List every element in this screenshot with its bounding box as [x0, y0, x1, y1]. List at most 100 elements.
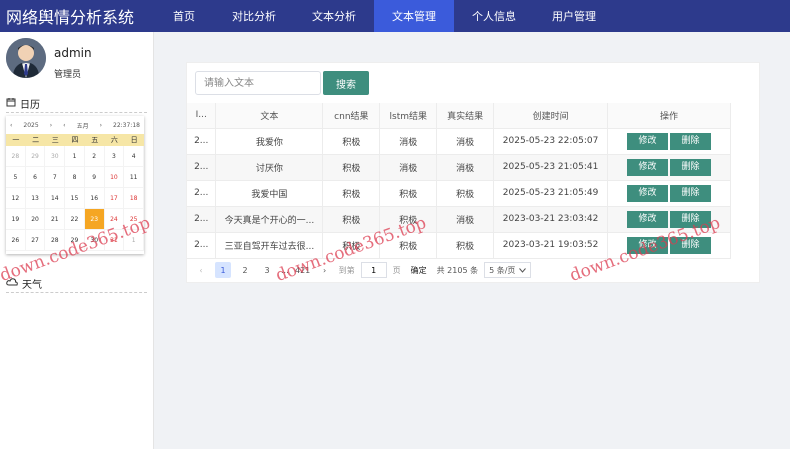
calendar-day[interactable]: 10	[104, 167, 125, 188]
delete-button[interactable]: 删除	[670, 184, 712, 202]
goto-page-input[interactable]	[360, 262, 387, 278]
text-table: I... 文本 cnn结果 lstm结果 真实结果 创建时间 操作 2... 我爱…	[187, 103, 731, 259]
calendar-day[interactable]: 21	[45, 209, 66, 230]
calendar-day[interactable]: 22	[65, 209, 85, 230]
calendar-day[interactable]: 27	[25, 230, 46, 251]
nav-compare-analysis[interactable]: 对比分析	[214, 0, 294, 32]
calendar-day[interactable]: 17	[104, 188, 125, 209]
calendar-day[interactable]: 4	[124, 146, 144, 167]
nav-text-management[interactable]: 文本管理	[374, 0, 454, 32]
cell-lstm-result: 积极	[379, 232, 438, 259]
prev-page-button[interactable]: ‹	[193, 262, 209, 278]
calendar-day[interactable]: 15	[65, 188, 85, 209]
cell-text: 今天真是个开心的一...	[215, 206, 324, 233]
calendar-day[interactable]: 8	[65, 167, 85, 188]
calendar-day[interactable]: 31	[104, 230, 125, 251]
next-page-button[interactable]: ›	[317, 262, 333, 278]
calendar-day[interactable]: 13	[25, 188, 46, 209]
cell-lstm-result: 消极	[379, 154, 438, 181]
prev-year-button[interactable]: ‹	[10, 122, 12, 129]
calendar-day[interactable]: 29	[65, 230, 85, 251]
page-2[interactable]: 2	[237, 262, 253, 278]
cell-cnn-result: 积极	[322, 128, 381, 155]
cell-actions: 修改 删除	[607, 180, 731, 207]
goto-label: 到第	[338, 265, 355, 275]
page-last[interactable]: 421	[295, 262, 311, 278]
edit-button[interactable]: 修改	[627, 132, 669, 150]
calendar-day-today[interactable]: 23	[84, 209, 105, 230]
delete-button[interactable]: 删除	[670, 158, 712, 176]
calendar-day[interactable]: 9	[84, 167, 105, 188]
column-header-cnn[interactable]: cnn结果	[322, 103, 381, 129]
calendar-day[interactable]: 24	[104, 209, 125, 230]
calendar-day[interactable]: 26	[6, 230, 26, 251]
edit-button[interactable]: 修改	[627, 236, 669, 254]
column-header-real[interactable]: 真实结果	[436, 103, 495, 129]
calendar-day[interactable]: 30	[84, 230, 105, 251]
calendar-weekday: 六	[110, 136, 118, 144]
calendar-weekday: 五	[91, 136, 99, 144]
calendar-day[interactable]: 1	[65, 146, 85, 167]
calendar-day[interactable]: 12	[6, 188, 26, 209]
calendar-weekday: 一	[12, 136, 20, 144]
calendar-weekdays: 一二三四五六日	[6, 134, 144, 146]
cell-id: 2...	[187, 206, 217, 233]
search-button[interactable]: 搜索	[323, 71, 369, 95]
page-size-select[interactable]: 5 条/页	[484, 262, 532, 278]
delete-button[interactable]: 删除	[670, 132, 712, 150]
calendar-day[interactable]: 28	[45, 230, 66, 251]
calendar-day[interactable]: 6	[25, 167, 46, 188]
calendar-day[interactable]: 7	[45, 167, 66, 188]
prev-month-button[interactable]: ‹	[63, 122, 65, 129]
page-1[interactable]: 1	[215, 262, 231, 278]
table-row: 2... 我爱你 积极 消极 消极 2025-05-23 22:05:07 修改 删除	[187, 128, 731, 155]
weather-section-title: 天气	[6, 276, 42, 291]
cell-actions: 修改 删除	[607, 154, 731, 181]
delete-button[interactable]: 删除	[670, 236, 712, 254]
calendar-day[interactable]: 30	[45, 146, 66, 167]
edit-button[interactable]: 修改	[627, 158, 669, 176]
calendar-day[interactable]: 3	[104, 146, 125, 167]
column-header-id[interactable]: I...	[187, 103, 217, 129]
pagination-ellipsis[interactable]: ...	[281, 266, 289, 275]
search-input[interactable]	[195, 71, 321, 95]
next-year-button[interactable]: ›	[50, 122, 52, 129]
calendar-day[interactable]: 14	[45, 188, 66, 209]
cell-lstm-result: 消极	[379, 128, 438, 155]
calendar-title: 日历	[20, 100, 40, 111]
calendar-day[interactable]: 5	[6, 167, 26, 188]
delete-button[interactable]: 删除	[670, 210, 712, 228]
calendar-day[interactable]: 11	[124, 167, 144, 188]
calendar-day[interactable]: 19	[6, 209, 26, 230]
calendar-day[interactable]: 25	[124, 209, 144, 230]
cell-real-result: 积极	[436, 180, 495, 207]
column-header-text[interactable]: 文本	[215, 103, 324, 129]
goto-confirm-button[interactable]: 确定	[407, 262, 431, 278]
cell-cnn-result: 积极	[322, 180, 381, 207]
pagination: ‹ 1 2 3 ... 421 › 到第 页 确定 共 2105 条 5 条/页	[193, 262, 532, 278]
calendar-day[interactable]: 16	[84, 188, 105, 209]
next-month-button[interactable]: ›	[100, 122, 102, 129]
cell-text: 三亚自驾开车过去很...	[215, 232, 324, 259]
column-header-actions: 操作	[607, 103, 731, 129]
table-row: 2... 三亚自驾开车过去很... 积极 积极 积极 2023-03-21 19:03:5…	[187, 232, 731, 259]
calendar-day[interactable]: 2	[84, 146, 105, 167]
nav-user-management[interactable]: 用户管理	[534, 0, 614, 32]
top-nav-bar: 网络舆情分析系统 首页 对比分析 文本分析 文本管理 个人信息 用户管理	[0, 0, 790, 32]
calendar-day[interactable]: 28	[6, 146, 26, 167]
nav-home[interactable]: 首页	[154, 0, 214, 32]
cell-created-time: 2025-05-23 22:05:07	[493, 128, 609, 155]
row-actions: 修改 删除	[608, 158, 729, 176]
calendar-day[interactable]: 20	[25, 209, 46, 230]
edit-button[interactable]: 修改	[627, 184, 669, 202]
nav-text-analysis[interactable]: 文本分析	[294, 0, 374, 32]
page-3[interactable]: 3	[259, 262, 275, 278]
nav-personal-info[interactable]: 个人信息	[454, 0, 534, 32]
calendar-day[interactable]: 18	[124, 188, 144, 209]
column-header-lstm[interactable]: lstm结果	[379, 103, 438, 129]
calendar-day[interactable]: 1	[124, 230, 144, 251]
divider	[6, 112, 147, 113]
edit-button[interactable]: 修改	[627, 210, 669, 228]
column-header-created-time[interactable]: 创建时间	[493, 103, 609, 129]
calendar-day[interactable]: 29	[25, 146, 46, 167]
